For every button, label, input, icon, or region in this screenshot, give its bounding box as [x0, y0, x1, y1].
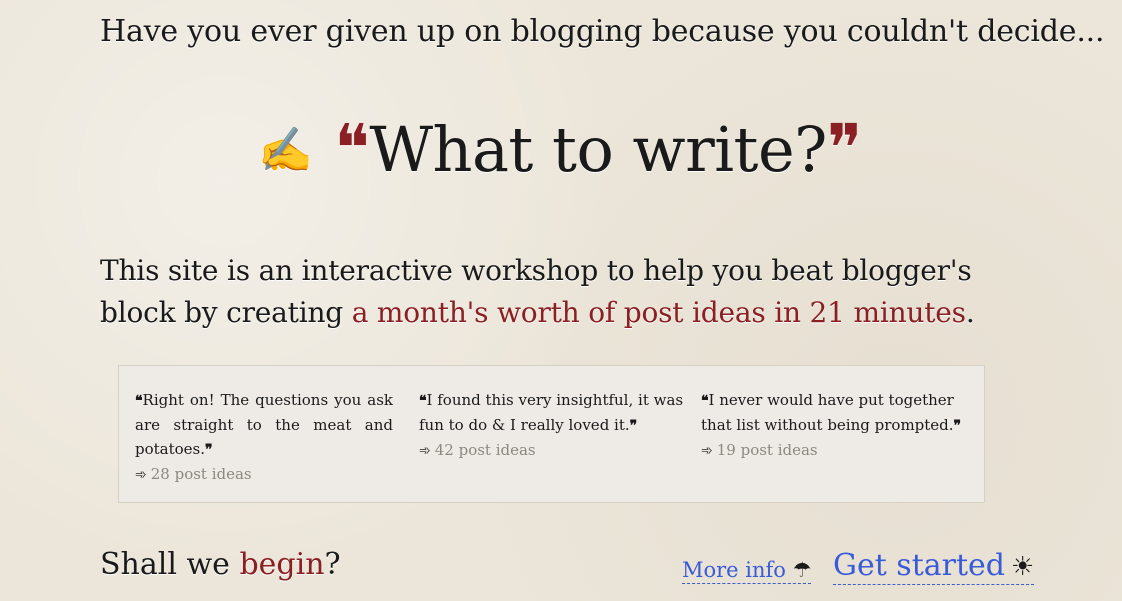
testimonial-result: ➾ 42 post ideas	[419, 438, 684, 463]
arrow-icon: ➾	[701, 443, 713, 459]
testimonials-box: ❝Right on! The questions you ask are str…	[118, 365, 985, 503]
arrow-icon: ➾	[419, 443, 431, 459]
headline-text: What to write?	[369, 113, 827, 186]
testimonial-card: ❝I never would have put together that li…	[701, 388, 966, 463]
lede-paragraph: This site is an interactive workshop to …	[100, 250, 1040, 334]
open-quote-icon: ❝	[334, 110, 370, 187]
close-quote-icon: ❞	[629, 418, 638, 434]
post-ideas-count: 19 post ideas	[716, 441, 818, 459]
lede-end: .	[965, 296, 975, 329]
testimonial-result: ➾ 28 post ideas	[135, 462, 393, 487]
testimonial-quote: I never would have put together that lis…	[701, 391, 954, 434]
arrow-icon: ➾	[135, 467, 147, 483]
testimonial-quote: Right on! The questions you ask are stra…	[135, 391, 393, 458]
get-started-label: Get started	[833, 548, 1006, 583]
open-quote-icon: ❝	[135, 393, 143, 409]
intro-question: Have you ever given up on blogging becau…	[100, 14, 1105, 49]
cta-highlight: begin	[239, 547, 325, 582]
cta-suffix: ?	[324, 547, 341, 582]
testimonial-result: ➾ 19 post ideas	[701, 438, 966, 463]
testimonial-quote: I found this very insightful, it was fun…	[419, 391, 684, 434]
cta-prefix: Shall we	[100, 547, 240, 582]
testimonial-card: ❝I found this very insightful, it was fu…	[419, 388, 684, 463]
cta-prompt: Shall we begin?	[100, 547, 341, 582]
get-started-link[interactable]: Get started ☀	[833, 548, 1035, 585]
close-quote-icon: ❞	[953, 418, 962, 434]
lede-highlight: a month's worth of post ideas in 21 minu…	[351, 296, 966, 329]
close-quote-icon: ❞	[826, 110, 863, 187]
open-quote-icon: ❝	[701, 393, 709, 409]
more-info-link[interactable]: More info ☂	[682, 558, 812, 584]
open-quote-icon: ❝	[419, 393, 427, 409]
writing-hand-icon: ✍	[258, 125, 313, 176]
close-quote-icon: ❞	[205, 442, 213, 458]
umbrella-icon: ☂	[792, 558, 812, 582]
sun-icon: ☀	[1011, 552, 1035, 582]
headline: ✍ ❝What to write?❞	[258, 110, 862, 187]
testimonial-card: ❝Right on! The questions you ask are str…	[135, 388, 393, 487]
post-ideas-count: 28 post ideas	[150, 465, 252, 483]
more-info-label: More info	[682, 558, 786, 582]
post-ideas-count: 42 post ideas	[434, 441, 536, 459]
